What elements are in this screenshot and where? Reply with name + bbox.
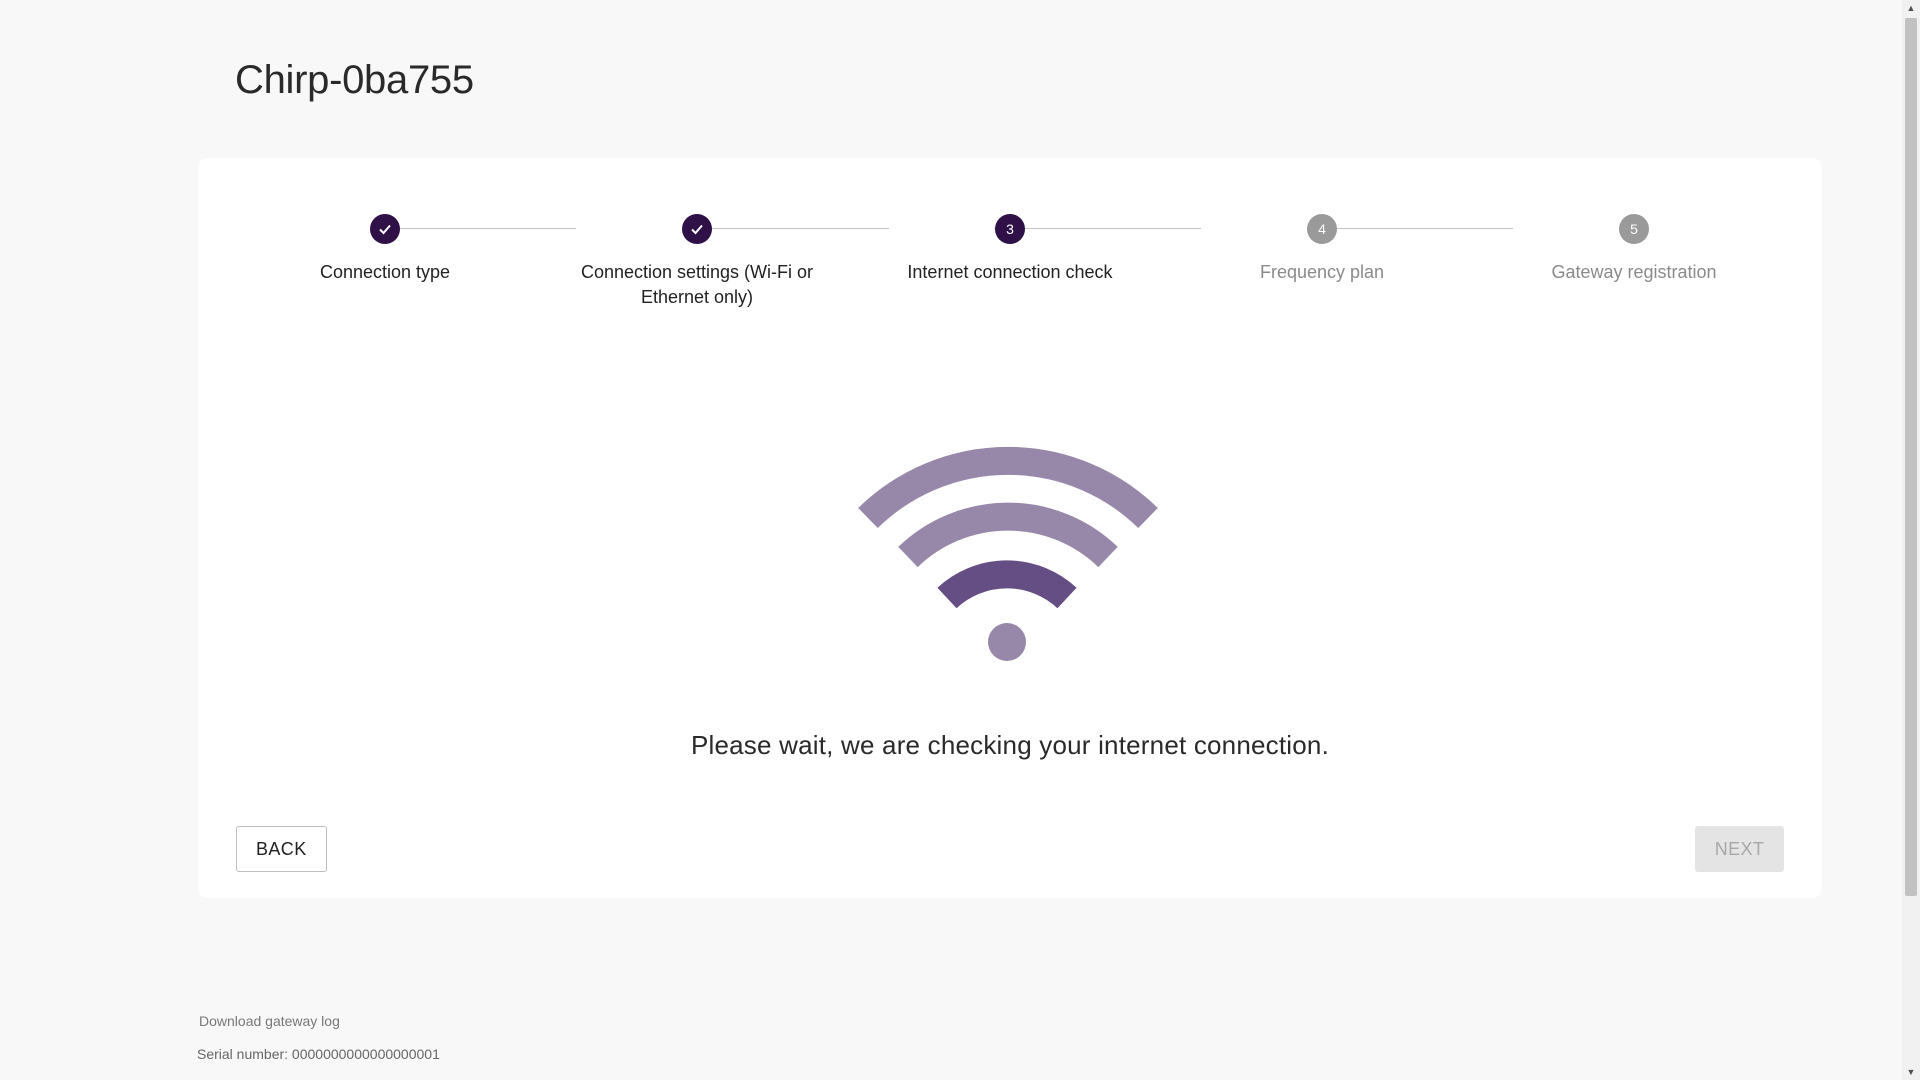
step-check-icon bbox=[682, 214, 712, 244]
step-internet-check: 3 Internet connection check bbox=[870, 212, 1150, 285]
step-label: Internet connection check bbox=[907, 262, 1113, 282]
step-gateway-registration: 5 Gateway registration bbox=[1494, 212, 1774, 285]
vertical-scrollbar[interactable]: ▲ ▼ bbox=[1902, 0, 1920, 1080]
step-frequency-plan: 4 Frequency plan bbox=[1182, 212, 1462, 285]
stepper: Connection type Connection settings (Wi-… bbox=[198, 212, 1822, 332]
step-number: 5 bbox=[1619, 214, 1649, 244]
status-message: Please wait, we are checking your intern… bbox=[690, 730, 1330, 760]
step-label: Connection type bbox=[319, 262, 451, 282]
wifi-icon bbox=[858, 438, 1158, 678]
download-log-link[interactable]: Download gateway log bbox=[199, 1013, 340, 1029]
scroll-down-arrow-icon[interactable]: ▼ bbox=[1902, 1064, 1920, 1080]
step-number: 3 bbox=[995, 214, 1025, 244]
step-number: 4 bbox=[1307, 214, 1337, 244]
scroll-up-arrow-icon[interactable]: ▲ bbox=[1902, 0, 1920, 16]
step-connection-settings: Connection settings (Wi-Fi or Ethernet o… bbox=[557, 212, 837, 310]
serial-number: Serial number: 0000000000000000001 bbox=[197, 1046, 440, 1062]
page: Chirp-0ba755 Connection type Connection … bbox=[0, 0, 1920, 1080]
setup-card: Connection type Connection settings (Wi-… bbox=[198, 158, 1822, 898]
scrollbar-thumb[interactable] bbox=[1905, 18, 1917, 896]
step-connection-type: Connection type bbox=[245, 212, 525, 285]
next-button[interactable]: NEXT bbox=[1695, 826, 1784, 872]
step-label: Frequency plan bbox=[1259, 262, 1385, 282]
step-check-icon bbox=[370, 214, 400, 244]
page-title: Chirp-0ba755 bbox=[235, 58, 474, 102]
back-button[interactable]: BACK bbox=[236, 826, 327, 872]
step-label: Gateway registration bbox=[1551, 262, 1717, 282]
step-label: Connection settings (Wi-Fi or Ethernet o… bbox=[580, 262, 814, 307]
